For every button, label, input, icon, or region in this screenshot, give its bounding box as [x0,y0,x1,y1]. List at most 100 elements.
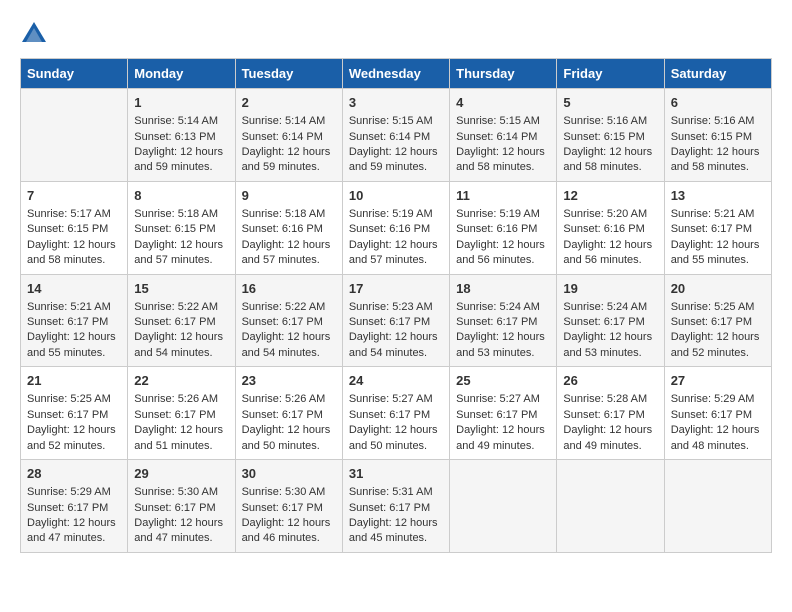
day-info: Sunset: 6:17 PM [456,408,550,423]
day-info: and 57 minutes. [242,253,336,268]
day-info: Daylight: 12 hours [242,145,336,160]
calendar-cell [21,89,128,182]
day-info: Sunset: 6:17 PM [349,501,443,516]
day-header-saturday: Saturday [664,59,771,89]
day-info: Sunrise: 5:29 AM [671,392,765,407]
calendar-cell: 18 Sunrise: 5:24 AMSunset: 6:17 PMDayligh… [450,274,557,367]
day-info: Sunrise: 5:30 AM [242,485,336,500]
day-info: Daylight: 12 hours [563,330,657,345]
calendar-cell: 24Sunrise: 5:27 AMSunset: 6:17 PMDayligh… [342,367,449,460]
day-info: Sunset: 6:16 PM [563,222,657,237]
calendar-cell: 19Sunrise: 5:24 AMSunset: 6:17 PMDayligh… [557,274,664,367]
day-info: Sunset: 6:17 PM [456,315,550,330]
day-number: 20 [671,280,765,298]
calendar-cell: 17Sunrise: 5:23 AMSunset: 6:17 PMDayligh… [342,274,449,367]
day-info: Daylight: 12 hours [134,238,228,253]
day-info: Sunrise: 5:16 AM [563,114,657,129]
day-number: 19 [563,280,657,298]
day-info: Daylight: 12 hours [456,330,550,345]
calendar-cell: 3Sunrise: 5:15 AMSunset: 6:14 PMDaylight… [342,89,449,182]
day-info: Sunset: 6:15 PM [563,130,657,145]
day-info: Sunset: 6:17 PM [27,501,121,516]
day-info: Daylight: 12 hours [134,423,228,438]
day-info: Sunrise: 5:19 AM [456,207,550,222]
calendar-cell: 14Sunrise: 5:21 AMSunset: 6:17 PMDayligh… [21,274,128,367]
day-info: Sunset: 6:15 PM [134,222,228,237]
day-info: and 56 minutes. [563,253,657,268]
day-number: 14 [27,280,121,298]
day-info: Sunrise: 5:22 AM [134,300,228,315]
day-number: 26 [563,372,657,390]
day-info: and 59 minutes. [134,160,228,175]
day-header-monday: Monday [128,59,235,89]
day-info: Daylight: 12 hours [134,145,228,160]
day-info: and 54 minutes. [349,346,443,361]
day-info: Daylight: 12 hours [134,330,228,345]
day-header-thursday: Thursday [450,59,557,89]
day-number: 9 [242,187,336,205]
day-info: Daylight: 12 hours [242,330,336,345]
day-info: and 53 minutes. [563,346,657,361]
day-number: 16 [242,280,336,298]
calendar-cell: 5Sunrise: 5:16 AMSunset: 6:15 PMDaylight… [557,89,664,182]
day-info: Sunset: 6:15 PM [27,222,121,237]
day-number: 3 [349,94,443,112]
day-info: Daylight: 12 hours [456,423,550,438]
calendar-cell [664,460,771,553]
calendar-table: SundayMondayTuesdayWednesdayThursdayFrid… [20,58,772,553]
day-info: Sunset: 6:17 PM [134,408,228,423]
day-info: Sunset: 6:17 PM [27,315,121,330]
day-number: 8 [134,187,228,205]
day-info: and 52 minutes. [27,439,121,454]
day-info: Daylight: 12 hours [456,145,550,160]
day-info: Daylight: 12 hours [671,145,765,160]
day-number: 6 [671,94,765,112]
header-row: SundayMondayTuesdayWednesdayThursdayFrid… [21,59,772,89]
day-info: and 52 minutes. [671,346,765,361]
calendar-cell [557,460,664,553]
day-number: 22 [134,372,228,390]
day-info: Daylight: 12 hours [27,330,121,345]
logo-icon [20,20,48,48]
day-info: and 59 minutes. [349,160,443,175]
calendar-cell: 8Sunrise: 5:18 AMSunset: 6:15 PMDaylight… [128,181,235,274]
day-info: Sunset: 6:14 PM [349,130,443,145]
day-info: and 55 minutes. [671,253,765,268]
day-info: Sunset: 6:17 PM [242,315,336,330]
day-info: Sunrise: 5:19 AM [349,207,443,222]
calendar-cell: 7Sunrise: 5:17 AMSunset: 6:15 PMDaylight… [21,181,128,274]
day-info: Sunrise: 5:28 AM [563,392,657,407]
day-info: Sunrise: 5:31 AM [349,485,443,500]
day-number: 1 [134,94,228,112]
day-info: Daylight: 12 hours [242,238,336,253]
day-info: Sunrise: 5:25 AM [27,392,121,407]
day-info: Sunset: 6:17 PM [242,408,336,423]
day-info: Sunrise: 5:24 AM [456,300,550,315]
day-info: Daylight: 12 hours [671,330,765,345]
day-info: Sunrise: 5:14 AM [242,114,336,129]
day-info: and 58 minutes. [671,160,765,175]
day-number: 24 [349,372,443,390]
calendar-cell: 23Sunrise: 5:26 AMSunset: 6:17 PMDayligh… [235,367,342,460]
week-row-3: 14Sunrise: 5:21 AMSunset: 6:17 PMDayligh… [21,274,772,367]
day-info: and 59 minutes. [242,160,336,175]
calendar-cell: 9Sunrise: 5:18 AMSunset: 6:16 PMDaylight… [235,181,342,274]
day-info: Sunrise: 5:30 AM [134,485,228,500]
day-number: 18 [456,280,550,298]
calendar-cell: 30 Sunrise: 5:30 AMSunset: 6:17 PMDayligh… [235,460,342,553]
calendar-cell: 15Sunrise: 5:22 AMSunset: 6:17 PMDayligh… [128,274,235,367]
day-number: 4 [456,94,550,112]
day-number: 30 [242,465,336,483]
calendar-cell: 1Sunrise: 5:14 AMSunset: 6:13 PMDaylight… [128,89,235,182]
day-info: Daylight: 12 hours [242,516,336,531]
day-info: Sunset: 6:17 PM [563,408,657,423]
day-info: Daylight: 12 hours [27,238,121,253]
day-info: Daylight: 12 hours [456,238,550,253]
day-info: and 49 minutes. [563,439,657,454]
calendar-cell [450,460,557,553]
calendar-cell: 20Sunrise: 5:25 AMSunset: 6:17 PMDayligh… [664,274,771,367]
day-info: Sunset: 6:17 PM [242,501,336,516]
week-row-4: 21Sunrise: 5:25 AMSunset: 6:17 PMDayligh… [21,367,772,460]
calendar-cell: 12Sunrise: 5:20 AMSunset: 6:16 PMDayligh… [557,181,664,274]
day-number: 12 [563,187,657,205]
